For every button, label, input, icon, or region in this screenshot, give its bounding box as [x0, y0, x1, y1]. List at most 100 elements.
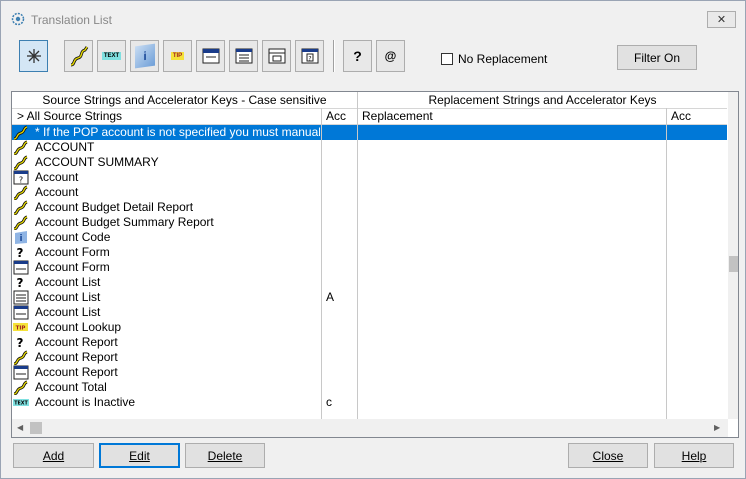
- svg-text:?: ?: [17, 336, 24, 350]
- source-string-cell[interactable]: Account List: [35, 305, 320, 320]
- table-row[interactable]: Account Report: [12, 350, 727, 366]
- source-string-cell[interactable]: Account is Inactive: [35, 395, 320, 410]
- source-string-cell[interactable]: Account Report: [35, 350, 320, 365]
- column-divider: [357, 92, 358, 419]
- list-icon: [235, 48, 252, 64]
- table-row[interactable]: Account List A: [12, 290, 727, 305]
- vertical-scroll-thumb[interactable]: [729, 256, 738, 272]
- table-row[interactable]: ACCOUNT: [12, 140, 727, 156]
- source-string-cell[interactable]: Account List: [35, 290, 320, 305]
- report-icon: [268, 48, 285, 64]
- at-filter-button[interactable]: @: [376, 40, 405, 72]
- table-row[interactable]: * If the POP account is not specified yo…: [12, 125, 727, 141]
- close-button[interactable]: Close: [568, 443, 648, 468]
- at-icon: @: [384, 49, 397, 63]
- tip-icon: TIP: [13, 320, 29, 335]
- query-filter-button[interactable]: ?: [343, 40, 372, 72]
- table-row[interactable]: TEXT Account is Inactive c: [12, 395, 727, 410]
- column-divider: [666, 108, 667, 419]
- source-string-cell[interactable]: Account Total: [35, 380, 320, 395]
- table-row[interactable]: Account Total: [12, 380, 727, 396]
- help-query-icon: ?: [13, 245, 29, 260]
- table-row[interactable]: ? Account Form: [12, 245, 727, 260]
- report-filter-button[interactable]: [262, 40, 291, 72]
- text-filter-button[interactable]: TEXT: [97, 40, 126, 72]
- source-string-cell[interactable]: Account Report: [35, 335, 320, 350]
- wire-icon: [13, 125, 29, 141]
- vertical-scrollbar[interactable]: [728, 92, 738, 419]
- form-filter-button[interactable]: [196, 40, 225, 72]
- add-button[interactable]: Add: [13, 443, 94, 468]
- help-button[interactable]: Help: [654, 443, 734, 468]
- svg-text:?: ?: [308, 56, 311, 63]
- wire-icon: [70, 46, 88, 67]
- horizontal-scrollbar[interactable]: ◀ ▶: [12, 419, 728, 437]
- acc-cell[interactable]: c: [326, 395, 332, 410]
- edit-button[interactable]: Edit: [99, 443, 180, 468]
- table-row[interactable]: ACCOUNT SUMMARY: [12, 155, 727, 171]
- source-string-cell[interactable]: Account Form: [35, 260, 320, 275]
- form-icon: [13, 365, 29, 380]
- table-row[interactable]: Account List: [12, 305, 727, 320]
- filter-on-button[interactable]: Filter On: [617, 45, 697, 70]
- tip-icon: TIP: [170, 52, 185, 60]
- scroll-right-icon[interactable]: ▶: [714, 423, 720, 432]
- replacement-group-header: Replacement Strings and Accelerator Keys: [428, 93, 657, 107]
- scroll-left-icon[interactable]: ◀: [17, 423, 23, 432]
- source-string-cell[interactable]: Account List: [35, 275, 320, 290]
- table-row[interactable]: TIP Account Lookup: [12, 320, 727, 335]
- source-string-cell[interactable]: Account Lookup: [35, 320, 320, 335]
- source-string-cell[interactable]: Account Budget Summary Report: [35, 215, 320, 230]
- table-row[interactable]: ? Account Report: [12, 335, 727, 350]
- table-row[interactable]: Account Form: [12, 260, 727, 275]
- source-string-cell[interactable]: Account Form: [35, 245, 320, 260]
- checkbox-box[interactable]: [441, 53, 453, 65]
- replacement-column-header[interactable]: Replacement: [362, 109, 433, 123]
- source-string-cell[interactable]: Account Code: [35, 230, 320, 245]
- source-string-cell[interactable]: * If the POP account is not specified yo…: [35, 125, 320, 140]
- translation-grid: Source Strings and Accelerator Keys - Ca…: [11, 91, 739, 438]
- svg-text:TEXT: TEXT: [14, 401, 28, 407]
- no-replacement-checkbox[interactable]: No Replacement: [441, 52, 547, 66]
- wire-icon: [13, 155, 29, 171]
- source-string-cell[interactable]: ACCOUNT SUMMARY: [35, 155, 320, 170]
- source-string-cell[interactable]: Account Report: [35, 365, 320, 380]
- acc-cell[interactable]: A: [326, 290, 334, 305]
- table-row[interactable]: ? Account List: [12, 275, 727, 290]
- svg-text:TIP: TIP: [16, 326, 26, 332]
- close-window-button[interactable]: ✕: [707, 11, 736, 28]
- acc2-column-header[interactable]: Acc: [671, 109, 691, 123]
- table-row[interactable]: Account Report: [12, 365, 727, 380]
- table-row[interactable]: i Account Code: [12, 230, 727, 245]
- source-string-cell[interactable]: Account: [35, 185, 320, 200]
- source-group-header: Source Strings and Accelerator Keys - Ca…: [42, 93, 327, 107]
- text-icon: TEXT: [101, 52, 122, 60]
- horizontal-scroll-thumb[interactable]: [30, 422, 42, 434]
- translation-list-window: Translation List ✕ TEXT i TIP ? ? @ No R…: [0, 0, 746, 479]
- table-row[interactable]: Account Budget Summary Report: [12, 215, 727, 231]
- form-icon: [202, 48, 219, 64]
- tip-filter-button[interactable]: TIP: [163, 40, 192, 72]
- source-column-header[interactable]: > All Source Strings: [17, 109, 122, 123]
- all-strings-button[interactable]: [19, 40, 48, 72]
- help-query-icon: ?: [353, 48, 362, 64]
- table-row[interactable]: ? Account: [12, 170, 727, 185]
- gear-icon: [11, 12, 25, 26]
- no-replacement-label: No Replacement: [458, 52, 548, 66]
- form-icon: [13, 260, 29, 275]
- source-string-cell[interactable]: Account: [35, 170, 320, 185]
- list-filter-button[interactable]: [229, 40, 258, 72]
- dialog-filter-button[interactable]: ?: [295, 40, 324, 72]
- info-filter-button[interactable]: i: [130, 40, 159, 72]
- svg-text:?: ?: [17, 276, 24, 290]
- table-row[interactable]: Account: [12, 185, 727, 201]
- delete-button[interactable]: Delete: [185, 443, 265, 468]
- window-title: Translation List: [31, 13, 112, 27]
- acc-column-header[interactable]: Acc: [326, 109, 346, 123]
- source-string-cell[interactable]: ACCOUNT: [35, 140, 320, 155]
- help-query-icon: ?: [13, 335, 29, 350]
- form-icon: [13, 305, 29, 320]
- source-string-cell[interactable]: Account Budget Detail Report: [35, 200, 320, 215]
- table-row[interactable]: Account Budget Detail Report: [12, 200, 727, 216]
- wire-filter-button[interactable]: [64, 40, 93, 72]
